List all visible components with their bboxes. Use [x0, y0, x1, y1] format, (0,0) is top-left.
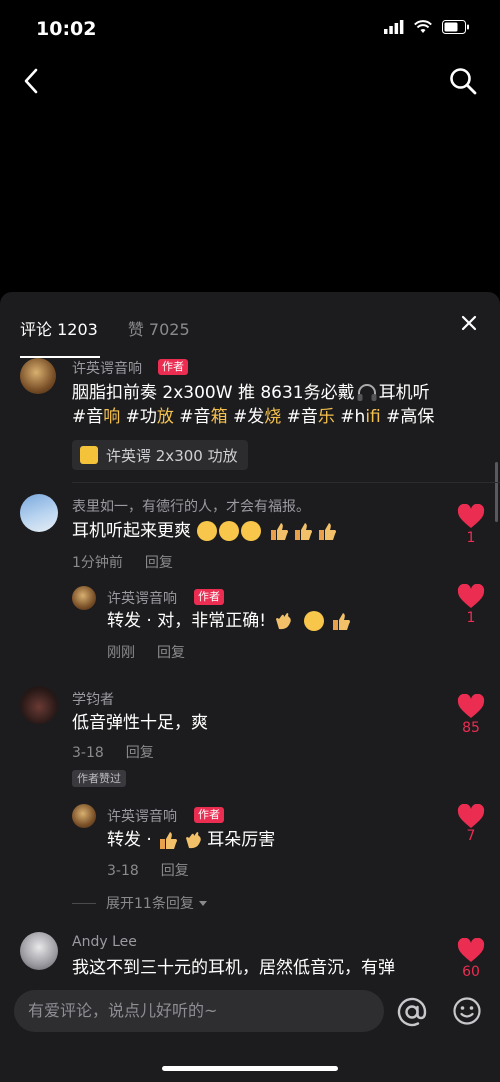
home-indicator[interactable] [162, 1066, 338, 1071]
heart-icon[interactable] [457, 584, 485, 610]
avatar[interactable] [20, 932, 58, 970]
heart-icon[interactable] [457, 504, 485, 530]
comment-time: 1分钟前 [72, 555, 123, 571]
divider [72, 482, 500, 483]
author-badge: 作者 [158, 359, 188, 375]
heart-icon[interactable] [457, 694, 485, 720]
avatar[interactable] [72, 586, 96, 610]
shopping-cart-icon [80, 446, 98, 464]
reply-button[interactable]: 回复 [126, 745, 154, 761]
comment-username[interactable]: 许英谔音响 [72, 358, 142, 378]
author-badge: 作者 [194, 589, 224, 605]
thumbs-up-icon [318, 523, 336, 540]
comment-username[interactable]: Andy Lee [72, 934, 137, 950]
comment-time: 3-18 [107, 863, 139, 879]
expand-replies-button[interactable]: 展开11条回复 [106, 893, 208, 913]
wifi-icon [414, 20, 432, 33]
comment-username[interactable]: 学钧者 [72, 689, 114, 709]
scrollbar[interactable] [495, 462, 498, 522]
comment-text: 低音弹性十足，爽 [72, 713, 208, 733]
thumbs-up-icon [333, 613, 351, 630]
headphones-icon [357, 384, 377, 401]
comment-meta: 3-18 回复 [107, 860, 211, 880]
tab-likes[interactable]: 赞 7025 [128, 316, 190, 340]
comment-username[interactable]: 许英谔音响 [107, 806, 177, 826]
comment-sheet: 评论 1203 赞 7025 许英谔音响 作者 胭脂扣前奏 2x300W 推 8… [0, 292, 500, 1082]
reply-button[interactable]: 回复 [157, 645, 185, 661]
comment-meta: 1分钟前 回复 [72, 552, 195, 572]
author-liked-tag: 作者赞过 [72, 770, 126, 787]
comment-text: 胭脂扣前奏 2x300W 推 8631务必戴 耳机听 [72, 383, 430, 403]
search-icon[interactable] [448, 66, 478, 96]
back-arrow-icon[interactable] [18, 64, 48, 98]
battery-icon [442, 20, 469, 34]
thinking-emoji-icon [197, 521, 218, 541]
comment-input[interactable]: 有爱评论，说点儿好听的~ [14, 990, 384, 1032]
like-count: 1 [466, 530, 476, 546]
reply-button[interactable]: 回复 [161, 863, 189, 879]
tab-comments[interactable]: 评论 1203 [20, 316, 98, 340]
thinking-emoji-icon [241, 521, 262, 541]
comment-text: 转发 · 对，非常正确! [107, 608, 354, 634]
comment-tabs: 评论 1203 赞 7025 [20, 314, 480, 358]
comment-list[interactable]: 许英谔音响 作者 胭脂扣前奏 2x300W 推 8631务必戴 耳机听 #音响 #… [0, 352, 500, 992]
thumbs-up-icon [270, 523, 288, 540]
reply-button[interactable]: 回复 [145, 555, 173, 571]
close-icon[interactable] [456, 310, 482, 336]
status-bar: 10:02 [0, 0, 500, 60]
signal-icon [384, 20, 404, 34]
mention-at-icon[interactable] [396, 996, 428, 1028]
chevron-down-icon [199, 901, 208, 906]
avatar[interactable] [20, 358, 56, 394]
comment-hashtags[interactable]: #音响 #功放 #音箱 #发烧 #音乐 #hifi #高保 [72, 404, 434, 430]
comment-time: 3-18 [72, 745, 104, 761]
clapping-hands-icon [276, 613, 292, 630]
shocked-emoji-icon [303, 611, 324, 631]
like-count: 1 [466, 610, 476, 626]
comment-username[interactable]: 许英谔音响 [107, 588, 177, 608]
heart-icon[interactable] [457, 804, 485, 830]
like-count: 85 [462, 720, 480, 736]
comment-input-bar: 有爱评论，说点儿好听的~ [0, 984, 500, 1082]
status-time: 10:02 [36, 18, 97, 40]
like-count: 60 [462, 964, 480, 980]
avatar[interactable] [20, 494, 58, 532]
thumbs-up-icon [294, 523, 312, 540]
comment-text: 我这不到三十元的耳机，居然低音沉，有弹 [72, 958, 395, 978]
comment-meta: 3-18 回复 [72, 742, 176, 762]
like-count: 7 [466, 828, 476, 844]
author-badge: 作者 [194, 807, 224, 823]
product-link[interactable]: 许英谔 2x300 功放 [72, 440, 248, 470]
heart-icon[interactable] [457, 938, 485, 964]
clapping-hands-icon [186, 832, 202, 849]
divider [72, 903, 96, 904]
avatar[interactable] [20, 686, 58, 724]
comment-time: 刚刚 [107, 645, 135, 661]
comment-meta: 刚刚 回复 [107, 642, 207, 662]
comment-text: 耳机听起来更爽 [72, 518, 340, 544]
emoji-icon[interactable] [452, 996, 482, 1026]
thinking-emoji-icon [219, 521, 240, 541]
thumbs-up-icon [160, 832, 178, 849]
comment-username[interactable]: 表里如一，有德行的人，才会有福报。 [72, 496, 310, 516]
avatar[interactable] [72, 804, 96, 828]
comment-text: 转发 · 耳朵厉害 [107, 830, 276, 850]
